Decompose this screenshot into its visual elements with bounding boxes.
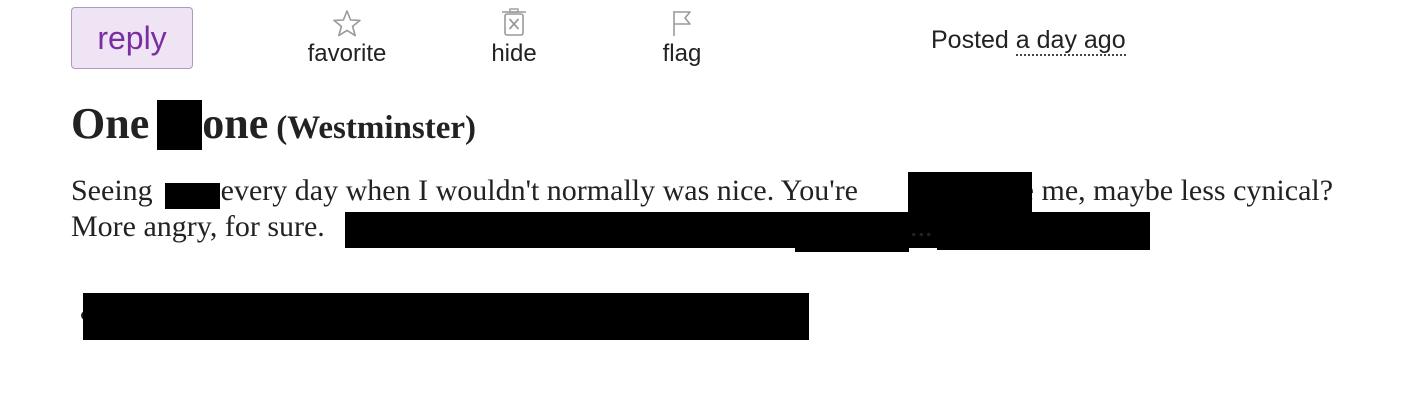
- post-attributes-list: [78, 293, 809, 341]
- body-text-seeing: Seeing: [71, 174, 153, 207]
- posted-time[interactable]: a day ago: [1015, 26, 1126, 56]
- trash-x-icon: [497, 8, 531, 38]
- favorite-label: favorite: [307, 40, 387, 67]
- redaction-block: [908, 172, 1032, 212]
- posted-timestamp: Posted a day ago: [931, 26, 1126, 56]
- flag-button[interactable]: flag: [617, 8, 747, 68]
- redaction-block: [937, 212, 1150, 250]
- body-ellipsis: ...: [910, 210, 933, 243]
- redaction-block: [83, 293, 809, 340]
- posted-prefix: Posted: [931, 26, 1009, 54]
- title-part1: One: [71, 99, 150, 148]
- body-text-middle: every day when I wouldn't normally was n…: [220, 174, 858, 207]
- reply-button-label: reply: [97, 19, 167, 56]
- flag-label: flag: [662, 40, 702, 67]
- body-text-end: like me, maybe less cynical?: [989, 174, 1334, 207]
- redaction-block: [165, 183, 220, 209]
- star-icon: [330, 8, 364, 38]
- list-item: [78, 293, 809, 341]
- hide-button[interactable]: hide: [449, 8, 579, 68]
- post-body-line-1: Seeing every day when I wouldn't normally…: [71, 174, 1333, 208]
- post-body-line-2: More angry, for sure.: [71, 210, 325, 244]
- hide-label: hide: [491, 40, 537, 67]
- body-text-angry: More angry, for sure.: [71, 210, 325, 243]
- post-title: One one (Westminster): [71, 98, 476, 150]
- favorite-button[interactable]: favorite: [282, 8, 412, 68]
- redaction-block: [795, 226, 909, 252]
- flag-icon: [665, 8, 699, 38]
- title-part2: one: [202, 99, 269, 148]
- post-location: (Westminster): [276, 110, 477, 146]
- title-redaction: [157, 100, 203, 150]
- reply-button[interactable]: reply: [71, 7, 193, 69]
